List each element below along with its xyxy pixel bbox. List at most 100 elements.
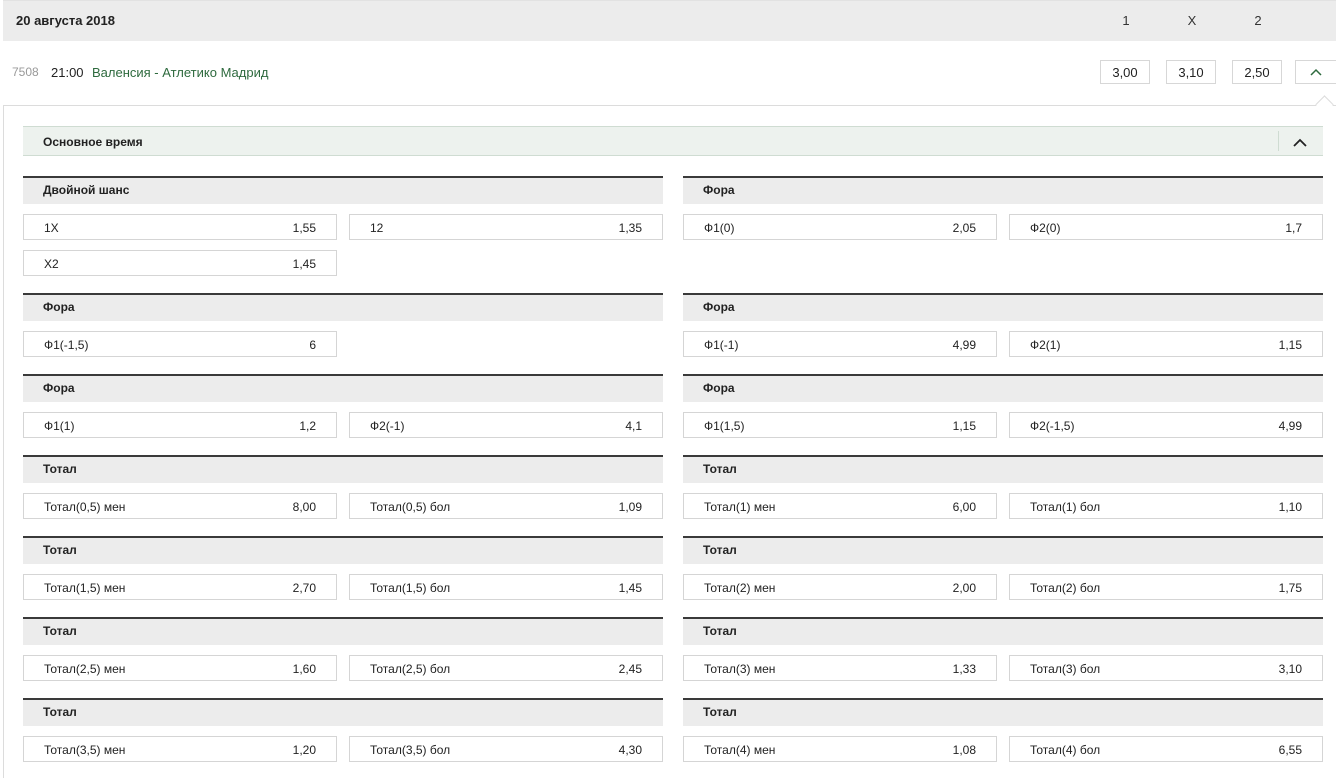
- odd-button-1[interactable]: 3,00: [1100, 60, 1150, 84]
- market-group-title: Тотал: [703, 705, 737, 719]
- bet-button[interactable]: Тотал(3) мен 1,33: [683, 655, 997, 681]
- bet-label: Ф2(-1,5): [1030, 419, 1075, 433]
- market-group-header: Тотал: [23, 698, 663, 726]
- bet-button[interactable]: X2 1,45: [23, 250, 337, 276]
- bet-button[interactable]: Тотал(2,5) мен 1,60: [23, 655, 337, 681]
- bet-odds: 2,00: [952, 581, 976, 595]
- section-title: Основное время: [43, 135, 143, 149]
- bet-label: Ф2(1): [1030, 338, 1061, 352]
- market-group-header: Тотал: [683, 536, 1323, 564]
- bet-button[interactable]: Тотал(3,5) мен 1,20: [23, 736, 337, 762]
- bet-button[interactable]: Тотал(2) мен 2,00: [683, 574, 997, 600]
- bet-label: Тотал(2,5) мен: [44, 662, 126, 676]
- market-group-title: Двойной шанс: [43, 183, 130, 197]
- chevron-up-icon: [1293, 138, 1307, 147]
- bet-button[interactable]: Ф1(-1) 4,99: [683, 331, 997, 357]
- market-group-header: Фора: [683, 293, 1323, 321]
- bet-label: Ф1(-1): [704, 338, 739, 352]
- market-group-title: Фора: [43, 381, 75, 395]
- market-group-title: Фора: [703, 183, 735, 197]
- expand-toggle-button[interactable]: [1295, 60, 1336, 84]
- bet-odds: 1,20: [292, 743, 316, 757]
- event-teams-link[interactable]: Валенсия - Атлетико Мадрид: [92, 65, 268, 80]
- bet-odds: 2,70: [292, 581, 316, 595]
- market-group-title: Тотал: [43, 624, 77, 638]
- bet-button[interactable]: Тотал(2,5) бол 2,45: [349, 655, 663, 681]
- bet-button[interactable]: Ф2(0) 1,7: [1009, 214, 1323, 240]
- market-group-header: Тотал: [23, 617, 663, 645]
- bet-button[interactable]: Тотал(0,5) мен 8,00: [23, 493, 337, 519]
- market-group-header: Тотал: [23, 455, 663, 483]
- bet-button[interactable]: Тотал(3,5) бол 4,30: [349, 736, 663, 762]
- bet-odds: 4,1: [625, 419, 642, 433]
- bet-button[interactable]: Ф1(1,5) 1,15: [683, 412, 997, 438]
- bet-label: Тотал(1) бол: [1030, 500, 1101, 514]
- bet-label: Тотал(3) бол: [1030, 662, 1101, 676]
- bet-label: Тотал(4) бол: [1030, 743, 1101, 757]
- market-group-header: Двойной шанс: [23, 176, 663, 204]
- bet-button[interactable]: Ф2(1) 1,15: [1009, 331, 1323, 357]
- bet-odds: 1,45: [292, 257, 316, 271]
- market-group-header: Фора: [683, 374, 1323, 402]
- bet-button[interactable]: Ф1(-1,5) 6: [23, 331, 337, 357]
- bet-button[interactable]: 12 1,35: [349, 214, 663, 240]
- bet-odds: 1,33: [952, 662, 976, 676]
- collapse-section-button[interactable]: [1289, 133, 1311, 151]
- bet-odds: 1,09: [618, 500, 642, 514]
- bet-button[interactable]: Тотал(1,5) бол 1,45: [349, 574, 663, 600]
- date-header: 20 августа 2018 1 X 2: [3, 0, 1336, 41]
- bet-odds: 1,7: [1285, 221, 1302, 235]
- bet-button[interactable]: Тотал(4) мен 1,08: [683, 736, 997, 762]
- bet-button[interactable]: Тотал(2) бол 1,75: [1009, 574, 1323, 600]
- bet-label: X2: [44, 257, 59, 271]
- event-time: 21:00: [51, 65, 84, 80]
- market-group-title: Тотал: [703, 543, 737, 557]
- market-group-header: Тотал: [683, 617, 1323, 645]
- bet-button[interactable]: Тотал(0,5) бол 1,09: [349, 493, 663, 519]
- bet-button[interactable]: Тотал(1) бол 1,10: [1009, 493, 1323, 519]
- bet-button[interactable]: Ф1(0) 2,05: [683, 214, 997, 240]
- bet-button[interactable]: Ф1(1) 1,2: [23, 412, 337, 438]
- market-group-title: Фора: [703, 300, 735, 314]
- bet-button[interactable]: Тотал(1) мен 6,00: [683, 493, 997, 519]
- bet-odds: 1,60: [292, 662, 316, 676]
- bet-label: Тотал(3,5) мен: [44, 743, 126, 757]
- bet-button[interactable]: Тотал(3) бол 3,10: [1009, 655, 1323, 681]
- market-group-title: Тотал: [43, 543, 77, 557]
- bet-label: Тотал(2) мен: [704, 581, 776, 595]
- bet-odds: 6: [309, 338, 316, 352]
- market-group-header: Тотал: [683, 698, 1323, 726]
- bet-button[interactable]: Тотал(1,5) мен 2,70: [23, 574, 337, 600]
- column-header-x: X: [1187, 13, 1197, 28]
- bet-odds: 4,30: [618, 743, 642, 757]
- market-group-title: Фора: [703, 381, 735, 395]
- column-header-2: 2: [1254, 13, 1262, 28]
- section-header[interactable]: Основное время: [23, 126, 1323, 156]
- odd-button-2[interactable]: 2,50: [1232, 60, 1282, 84]
- market-group-header: Фора: [23, 374, 663, 402]
- bet-button[interactable]: Ф2(-1,5) 4,99: [1009, 412, 1323, 438]
- bet-label: Тотал(1,5) мен: [44, 581, 126, 595]
- bet-label: Ф1(1): [44, 419, 75, 433]
- bet-odds: 1,35: [618, 221, 642, 235]
- chevron-up-icon: [1310, 68, 1322, 76]
- bet-label: Тотал(3,5) бол: [370, 743, 451, 757]
- bet-button[interactable]: Тотал(4) бол 6,55: [1009, 736, 1323, 762]
- market-group-title: Тотал: [703, 624, 737, 638]
- bet-label: 1X: [44, 221, 59, 235]
- bet-label: Ф1(0): [704, 221, 735, 235]
- market-group-title: Тотал: [703, 462, 737, 476]
- bet-label: Ф2(-1): [370, 419, 405, 433]
- bet-label: Тотал(0,5) бол: [370, 500, 451, 514]
- event-row: 7508 21:00 Валенсия - Атлетико Мадрид 3,…: [3, 41, 1336, 105]
- bet-label: Тотал(1,5) бол: [370, 581, 451, 595]
- bet-label: Тотал(2,5) бол: [370, 662, 451, 676]
- bet-button[interactable]: 1X 1,55: [23, 214, 337, 240]
- bet-label: Тотал(0,5) мен: [44, 500, 126, 514]
- bet-odds: 1,08: [952, 743, 976, 757]
- bet-label: Тотал(2) бол: [1030, 581, 1101, 595]
- bet-button[interactable]: Ф2(-1) 4,1: [349, 412, 663, 438]
- odd-button-x[interactable]: 3,10: [1166, 60, 1216, 84]
- bet-odds: 8,00: [292, 500, 316, 514]
- bet-odds: 2,45: [618, 662, 642, 676]
